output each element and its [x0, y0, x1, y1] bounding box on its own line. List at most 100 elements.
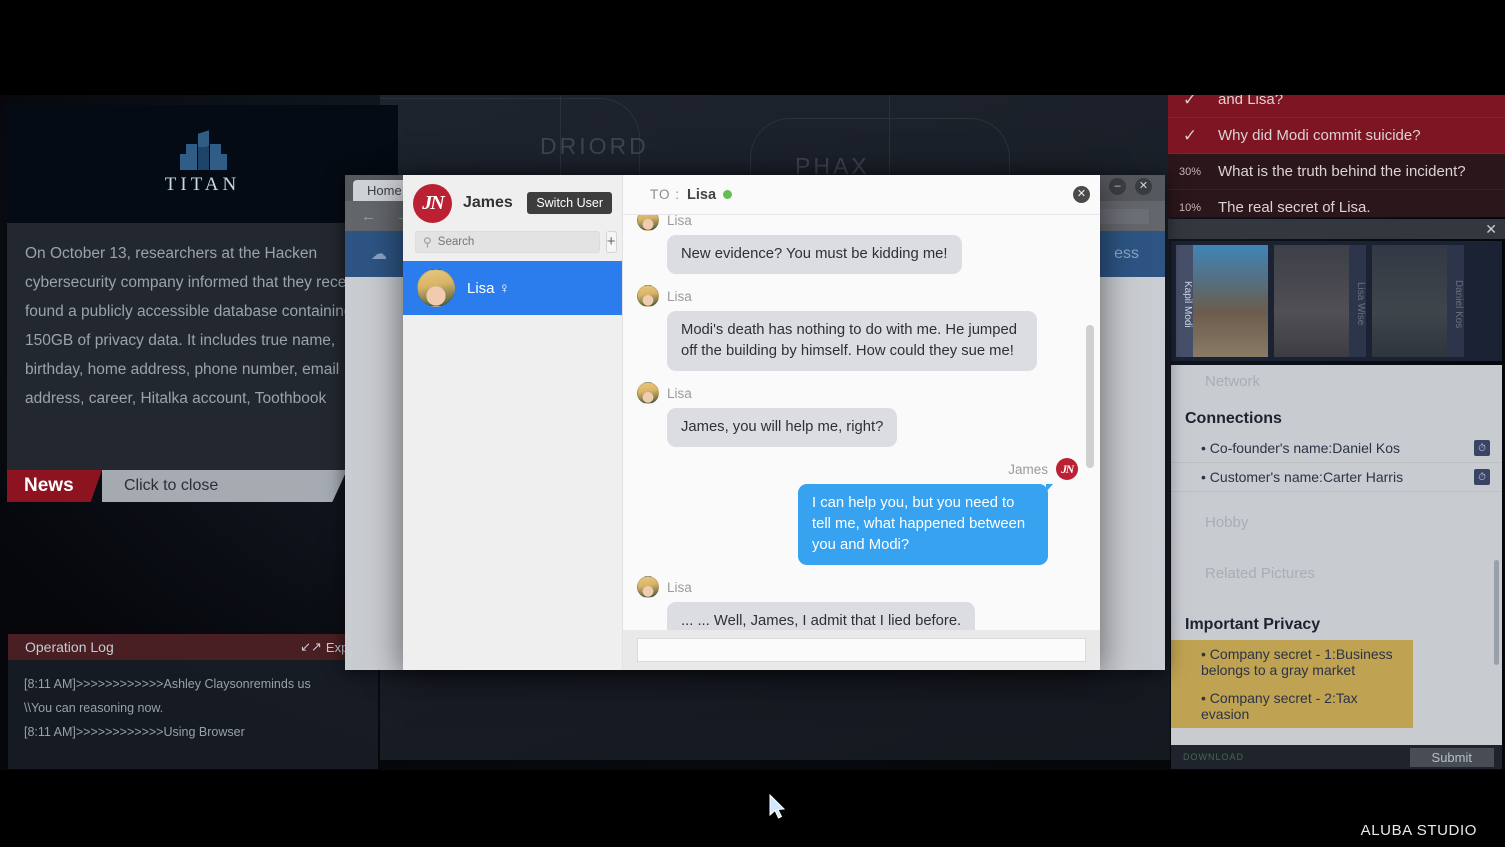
connection-row[interactable]: • Customer's name:Carter Harris ⏱ [1171, 463, 1502, 492]
secret-label: • Company secret - 2:Tax evasion [1201, 690, 1401, 722]
dossier-info-panel: Network Connections • Co-founder's name:… [1171, 365, 1502, 745]
message-header: Lisa [637, 382, 1078, 404]
operation-log-header: Operation Log ↙↗ Expand [8, 634, 378, 660]
log-line: [8:11 AM]>>>>>>>>>>>>Ashley Claysonremin… [24, 672, 362, 696]
submit-button[interactable]: Submit [1410, 748, 1494, 767]
section-hobby: Hobby [1171, 492, 1502, 539]
letterbox-top [0, 0, 1505, 95]
news-panel: TITAN On October 13, researchers at the … [7, 105, 398, 470]
connection-row[interactable]: • Co-founder's name:Daniel Kos ⏱ [1171, 434, 1502, 463]
portrait-image [1193, 245, 1268, 357]
avatar [637, 576, 659, 598]
message-row: Lisa Modi's death has nothing to do with… [637, 285, 1078, 371]
news-footer: News Click to close [7, 470, 347, 502]
quest-label: What is the truth behind the incident? [1218, 162, 1466, 181]
dossier-scrollbar[interactable] [1494, 560, 1499, 665]
female-icon: ♀ [499, 280, 510, 297]
portrait-image [1274, 245, 1349, 357]
search-icon: ⚲ [423, 235, 432, 249]
message-row: Lisa New evidence? You must be kidding m… [637, 215, 1078, 274]
portrait-lisa-wise[interactable]: Lisa Wise [1274, 245, 1366, 357]
portrait-bar: Kapil Modi Lisa Wise Daniel Kos [1171, 241, 1502, 361]
secret-row[interactable]: • Company secret - 1:Business belongs to… [1171, 640, 1413, 684]
quest-item[interactable]: ✓ Why did Modi commit suicide? [1168, 118, 1505, 154]
avatar [637, 285, 659, 307]
letterbox-bottom [0, 770, 1505, 847]
map-label-driord: DRIORD [540, 133, 649, 160]
message-row: Lisa James, you will help me, right? [637, 382, 1078, 447]
log-line: [8:11 AM]>>>>>>>>>>>>Using Browser [24, 720, 362, 744]
portrait-image [1372, 245, 1447, 357]
expand-arrows-icon: ↙↗ [300, 639, 322, 655]
switch-user-button[interactable]: Switch User [527, 192, 612, 214]
section-related-pictures: Related Pictures [1171, 539, 1502, 604]
quest-progress: 10% [1168, 202, 1212, 214]
operation-log-title: Operation Log [25, 639, 114, 655]
conversation-header: TO : Lisa [623, 175, 1100, 215]
clock-icon[interactable]: ⏱ [1474, 440, 1490, 456]
titan-wordmark: TITAN [165, 174, 240, 196]
add-contact-button[interactable]: + [606, 231, 617, 253]
dossier-footer: DOWNLOAD Submit [1171, 745, 1502, 769]
dossier-close-button[interactable]: ✕ [1168, 219, 1505, 239]
contact-name: Lisa ♀ [467, 280, 510, 297]
message-header: Lisa [637, 576, 1078, 598]
message-header: Lisa [637, 215, 1078, 231]
chat-current-user: JN James Switch User [403, 175, 622, 231]
connection-label: • Co-founder's name:Daniel Kos [1201, 440, 1400, 456]
quest-progress: 30% [1168, 166, 1212, 178]
message-row: James JN I can help you, but you need to… [637, 458, 1078, 565]
message-sender: Lisa [667, 289, 692, 304]
message-scrollbar[interactable] [1086, 325, 1094, 468]
news-text: On October 13, researchers at the Hacken… [25, 239, 380, 413]
quest-label: Why did Modi commit suicide? [1218, 126, 1421, 145]
message-sender: Lisa [667, 580, 692, 595]
online-status-icon [723, 190, 732, 199]
quest-label: The real secret of Lisa. [1218, 198, 1371, 217]
message-bubble: James, you will help me, right? [667, 408, 897, 447]
news-hero: TITAN [7, 105, 398, 223]
search-field-wrap[interactable]: ⚲ [415, 231, 600, 253]
message-input[interactable] [637, 638, 1086, 662]
contact-label: Lisa [467, 280, 495, 297]
mouse-cursor-icon [768, 794, 786, 820]
message-list[interactable]: Lisa New evidence? You must be kidding m… [623, 215, 1100, 630]
chat-conversation: TO : Lisa Lisa New evidence? You must be… [623, 175, 1100, 670]
news-close-hint[interactable]: Click to close [102, 470, 347, 502]
operation-log-panel: Operation Log ↙↗ Expand [8:11 AM]>>>>>>>… [8, 634, 378, 769]
avatar [637, 382, 659, 404]
secret-row[interactable]: • Company secret - 2:Tax evasion [1171, 684, 1413, 728]
search-input[interactable] [438, 236, 592, 248]
cloud-icon: ☁ [371, 244, 387, 264]
connection-label: • Customer's name:Carter Harris [1201, 469, 1403, 485]
quest-item[interactable]: 30% What is the truth behind the inciden… [1168, 154, 1505, 190]
check-icon: ✓ [1168, 126, 1212, 146]
quest-item[interactable]: 10% The real secret of Lisa. [1168, 190, 1505, 217]
studio-watermark: ALUBA STUDIO [1361, 822, 1477, 839]
news-tag: News [7, 470, 102, 502]
window-minimize-button[interactable]: ‒ [1109, 178, 1126, 195]
contact-item-lisa[interactable]: Lisa ♀ [403, 261, 622, 315]
avatar: JN [413, 184, 452, 223]
arrow-left-icon[interactable]: ← [361, 208, 376, 225]
message-header: James JN [637, 458, 1078, 480]
chat-sidebar: JN James Switch User ⚲ + Lisa ♀ [403, 175, 623, 670]
log-line: \\You can reasoning now. [24, 696, 362, 720]
avatar [417, 269, 455, 307]
portrait-name: Lisa Wise [1349, 245, 1366, 357]
secret-label: • Company secret - 1:Business belongs to… [1201, 646, 1401, 678]
section-connections: Connections [1171, 398, 1502, 434]
clock-icon[interactable]: ⏱ [1474, 469, 1490, 485]
game-screen: DRIORD PHAX TITAN On October 13, researc… [0, 0, 1505, 847]
window-close-button[interactable]: ✕ [1135, 178, 1152, 195]
titan-logo-icon [180, 132, 226, 172]
portrait-daniel-kos[interactable]: Daniel Kos [1372, 245, 1464, 357]
chat-search-row: ⚲ + [403, 231, 622, 261]
portrait-name: Kapil Modi [1176, 245, 1193, 357]
section-network: Network [1171, 365, 1502, 398]
message-bubble: Modi's death has nothing to do with me. … [667, 311, 1037, 371]
chat-close-button[interactable]: ✕ [1073, 186, 1090, 203]
portrait-kapil-modi[interactable]: Kapil Modi [1176, 245, 1268, 357]
close-icon: ✕ [1485, 221, 1497, 238]
operation-log-body: [8:11 AM]>>>>>>>>>>>>Ashley Claysonremin… [8, 660, 378, 756]
